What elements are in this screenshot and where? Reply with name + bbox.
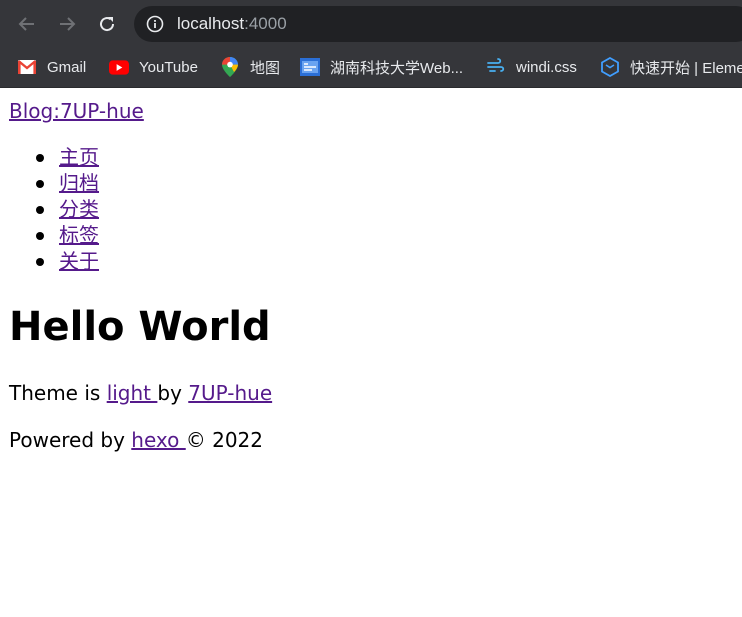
post-title: Hello World <box>9 304 271 350</box>
bookmark-gmail[interactable]: Gmail <box>17 56 86 78</box>
nav-menu: 主页 归档 分类 标签 关于 <box>0 144 99 274</box>
page-content: Blog:7UP-hue 主页 归档 分类 标签 关于 Hello World … <box>0 88 742 617</box>
bookmark-label: windi.css <box>516 58 577 76</box>
address-bar[interactable]: localhost:4000 <box>134 6 742 42</box>
gmail-icon <box>17 57 37 77</box>
url-port: :4000 <box>244 14 287 33</box>
url-host: localhost <box>177 14 245 33</box>
element-icon <box>600 57 620 77</box>
nav-link-tags[interactable]: 标签 <box>59 223 99 247</box>
hexo-link[interactable]: hexo <box>131 428 185 452</box>
powered-by: Powered by hexo © 2022 <box>9 427 263 453</box>
theme-prefix: Theme is <box>9 381 107 405</box>
nav-item-home: 主页 <box>0 144 99 170</box>
bookmark-label: 湖南科技大学Web... <box>330 59 464 77</box>
bookmark-maps[interactable]: 地图 <box>220 56 280 78</box>
nav-item-archive: 归档 <box>0 170 99 196</box>
nav-link-categories[interactable]: 分类 <box>59 197 99 221</box>
forward-arrow-icon <box>60 17 76 31</box>
nav-item-categories: 分类 <box>0 196 99 222</box>
bookmark-label: Gmail <box>47 58 87 76</box>
bookmark-element[interactable]: 快速开始 | Eleme <box>600 56 742 78</box>
powered-prefix: Powered by <box>9 428 132 452</box>
bookmark-label: 快速开始 | Eleme <box>630 59 742 77</box>
bookmark-label: YouTube <box>139 58 198 76</box>
url-text[interactable]: localhost:4000 <box>177 14 287 34</box>
nav-item-tags: 标签 <box>0 222 99 248</box>
forward-button[interactable] <box>52 9 82 39</box>
youtube-icon <box>109 57 129 77</box>
nav-link-home[interactable]: 主页 <box>59 145 99 169</box>
reload-icon <box>100 17 115 32</box>
windi-icon <box>486 57 506 77</box>
reload-button[interactable] <box>92 9 122 39</box>
blog-title-link[interactable]: Blog:7UP-hue <box>9 99 144 123</box>
university-icon <box>300 57 320 77</box>
bookmark-university[interactable]: 湖南科技大学Web... <box>300 56 463 78</box>
copyright-text: © 2022 <box>185 428 263 452</box>
bookmark-windi[interactable]: windi.css <box>486 56 577 78</box>
browser-toolbar: localhost:4000 <box>0 0 742 48</box>
bookmarks-bar: Gmail YouTube 地图 湖南科技大学Web... windi.css … <box>0 48 742 88</box>
back-button[interactable] <box>12 9 42 39</box>
info-icon[interactable] <box>146 15 164 33</box>
bookmark-label: 地图 <box>250 59 281 77</box>
theme-link[interactable]: light <box>107 381 158 405</box>
nav-link-archive[interactable]: 归档 <box>59 171 99 195</box>
maps-pin-icon <box>220 57 240 77</box>
back-arrow-icon <box>18 17 34 31</box>
bookmark-youtube[interactable]: YouTube <box>109 56 198 78</box>
nav-link-about[interactable]: 关于 <box>59 249 99 273</box>
author-link[interactable]: 7UP-hue <box>188 381 272 405</box>
theme-by: by <box>157 381 189 405</box>
theme-credit: Theme is light by 7UP-hue <box>9 380 272 406</box>
nav-item-about: 关于 <box>0 248 99 274</box>
